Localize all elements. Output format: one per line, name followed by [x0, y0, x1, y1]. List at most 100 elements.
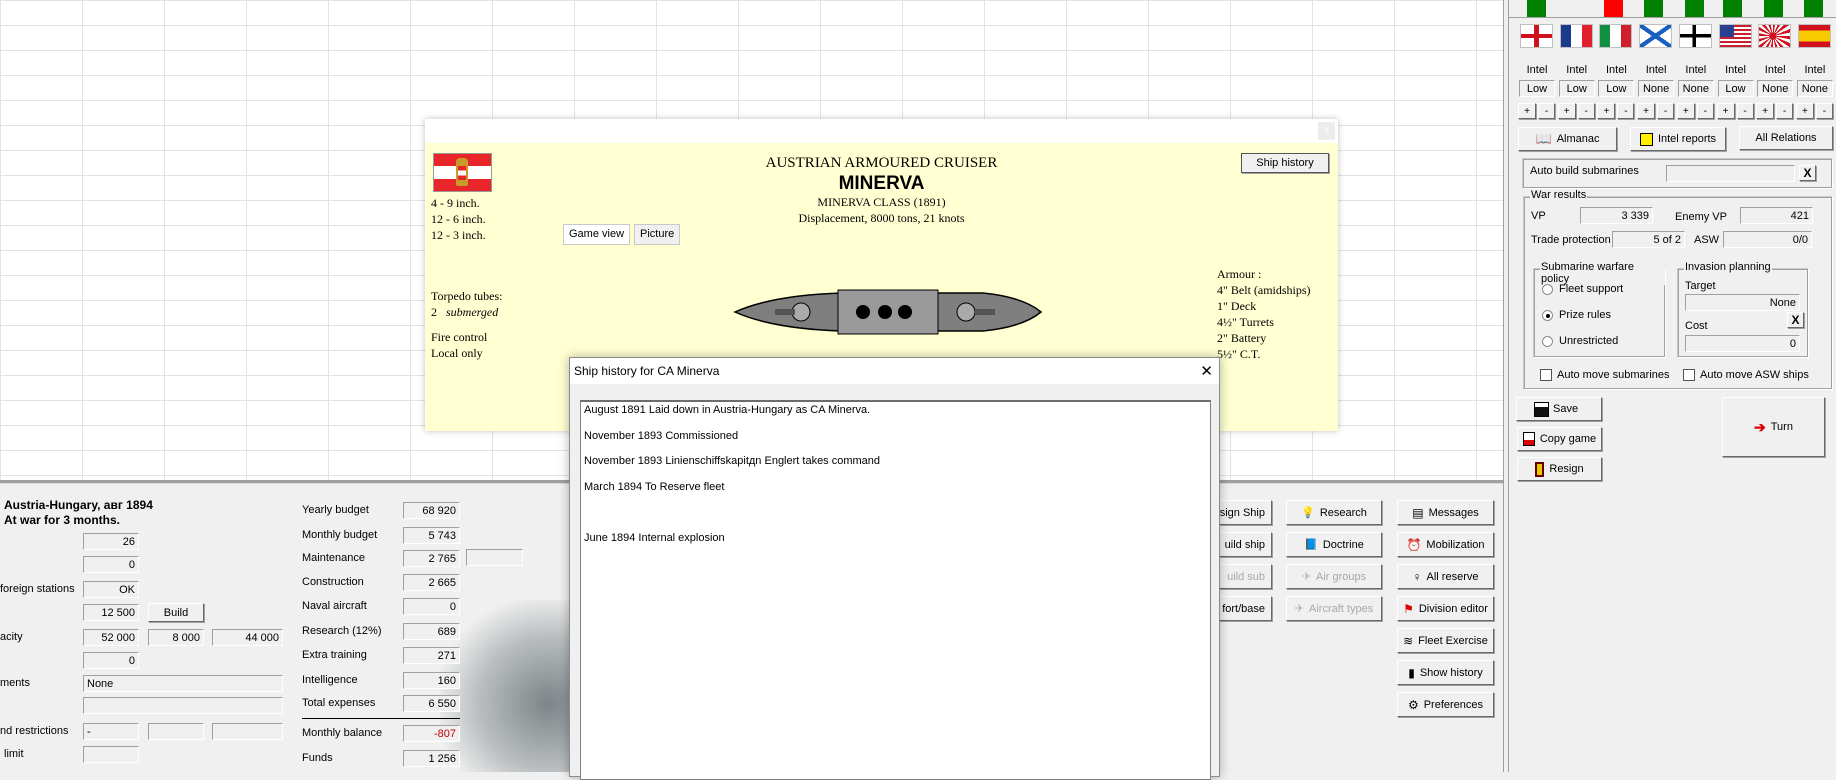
- action-button-aircraft-types[interactable]: ✈ Aircraft types: [1286, 596, 1382, 621]
- intel-increase-button[interactable]: +: [1557, 103, 1576, 119]
- radio-prize-rules[interactable]: [1542, 310, 1553, 321]
- intel-increase-button[interactable]: +: [1518, 103, 1536, 119]
- floppy-disk-icon: [1534, 401, 1549, 417]
- intel-label: Intel: [1605, 64, 1627, 76]
- resign-label: Resign: [1549, 463, 1584, 475]
- invasion-clear-button[interactable]: X: [1787, 312, 1804, 328]
- maintenance-extra-field: [466, 549, 523, 566]
- panel-splitter[interactable]: [1503, 0, 1509, 772]
- action-button-research[interactable]: 💡 Research: [1286, 500, 1382, 525]
- build-button[interactable]: Build: [148, 603, 204, 622]
- intel-increase-button[interactable]: +: [1676, 103, 1695, 119]
- intel-decrease-button[interactable]: -: [1696, 103, 1714, 119]
- intel-decrease-button[interactable]: -: [1577, 103, 1595, 119]
- status-indicator: [1644, 0, 1663, 17]
- enemy-vp-value: 421: [1740, 207, 1813, 224]
- uk-flag-icon[interactable]: [1520, 24, 1553, 48]
- action-button-messages[interactable]: ▤ Messages: [1397, 500, 1494, 525]
- restrictions-label: nd restrictions: [0, 725, 69, 737]
- all-relations-button[interactable]: All Relations: [1739, 126, 1833, 150]
- intel-increase-button[interactable]: +: [1756, 103, 1775, 119]
- book-icon: 📘: [1304, 539, 1318, 551]
- armament-item: 12 - 3 inch.: [431, 228, 486, 242]
- status-indicator: [1764, 0, 1783, 17]
- intel-reports-button[interactable]: Intel reports: [1630, 127, 1726, 151]
- tab-picture[interactable]: Picture: [634, 224, 681, 245]
- action-button-doctrine[interactable]: 📘 Doctrine: [1286, 532, 1382, 557]
- germany-flag-icon[interactable]: [1678, 24, 1712, 48]
- action-button-air-groups[interactable]: ✈ Air groups: [1286, 564, 1382, 589]
- action-button-all-reserve[interactable]: ♀ All reserve: [1397, 564, 1494, 589]
- budget-label: Extra training: [302, 649, 367, 661]
- history-text-area[interactable]: August 1891 Laid down in Austria-Hungary…: [580, 400, 1211, 780]
- intel-decrease-button[interactable]: -: [1776, 103, 1794, 119]
- agreements-label: ments: [0, 677, 30, 689]
- close-icon[interactable]: ✕: [1200, 362, 1213, 380]
- unrestricted-label: Unrestricted: [1559, 335, 1619, 347]
- war-duration: At war for 3 months.: [4, 513, 121, 527]
- intel-label: Intel: [1725, 64, 1746, 76]
- door-icon: [1535, 461, 1545, 477]
- budget-value: 0: [403, 598, 460, 615]
- intel-increase-button[interactable]: +: [1637, 103, 1656, 119]
- japan-flag-icon[interactable]: [1758, 24, 1792, 48]
- almanac-button[interactable]: 📖 Almanac: [1518, 127, 1617, 151]
- tab-game-view[interactable]: Game view: [563, 224, 631, 245]
- intel-decrease-button[interactable]: -: [1617, 103, 1635, 119]
- torpedo-type: submerged: [446, 305, 499, 319]
- auto-move-asw-checkbox[interactable]: [1683, 369, 1695, 381]
- ship-card-close-button[interactable]: x: [1318, 122, 1335, 140]
- action-label: Aircraft types: [1309, 602, 1374, 615]
- budget-value: 271: [403, 647, 460, 664]
- copy-game-button[interactable]: Copy game: [1517, 427, 1602, 451]
- action-button-preferences[interactable]: ⚙ Preferences: [1397, 692, 1494, 717]
- intel-increase-button[interactable]: +: [1795, 103, 1814, 119]
- intel-decrease-button[interactable]: -: [1538, 103, 1555, 119]
- restrictions-value-2: [148, 723, 204, 740]
- asw-label: ASW: [1694, 234, 1720, 246]
- intel-reports-label: Intel reports: [1657, 133, 1717, 145]
- limit-value: [83, 746, 139, 763]
- turn-button[interactable]: ➔ Turn: [1722, 397, 1825, 457]
- intel-decrease-button[interactable]: -: [1736, 103, 1754, 119]
- copy-game-icon: [1522, 432, 1535, 446]
- intel-label: Intel: [1566, 64, 1588, 76]
- foreign-stations-value: OK: [83, 581, 139, 598]
- action-label: Mobilization: [1426, 538, 1485, 551]
- ship-card-titlebar: [425, 119, 1338, 143]
- messages-icon: ▤: [1412, 505, 1424, 520]
- resign-button[interactable]: Resign: [1517, 457, 1602, 481]
- intel-increase-button[interactable]: +: [1716, 103, 1735, 119]
- restrictions-value-3: [212, 723, 283, 740]
- auto-move-submarines-checkbox[interactable]: [1540, 369, 1552, 381]
- usa-flag-icon[interactable]: [1718, 24, 1752, 48]
- france-flag-icon[interactable]: [1559, 24, 1593, 48]
- radio-fleet-support[interactable]: [1542, 284, 1553, 295]
- intel-increase-button[interactable]: +: [1597, 103, 1616, 119]
- action-label: Research: [1319, 506, 1367, 519]
- ship-history-button[interactable]: Ship history: [1241, 153, 1329, 173]
- auto-build-clear-button[interactable]: X: [1799, 165, 1816, 181]
- action-button-show-history[interactable]: ▮ Show history: [1397, 660, 1494, 685]
- auto-move-submarines-label: Auto move submarines: [1557, 369, 1670, 381]
- trade-protection-value: 5 of 2: [1612, 231, 1685, 248]
- russia-flag-icon[interactable]: [1639, 24, 1673, 48]
- red-arrow-icon: ➔: [1754, 418, 1766, 435]
- italy-flag-icon[interactable]: [1599, 24, 1633, 48]
- dialog-title: Ship history for CA Minerva: [574, 364, 720, 378]
- intel-decrease-button[interactable]: -: [1657, 103, 1675, 119]
- intel-decrease-button[interactable]: -: [1815, 103, 1833, 119]
- armour-list: Armour : 4" Belt (amidships) 1" Deck 4½" T…: [1217, 266, 1311, 362]
- action-label: Show history: [1419, 666, 1483, 679]
- action-button-fleet-exercise[interactable]: ≋ Fleet Exercise: [1397, 628, 1494, 653]
- vp-value: 3 339: [1580, 207, 1653, 224]
- empty-field: [83, 697, 283, 714]
- save-button[interactable]: Save: [1516, 397, 1602, 421]
- budget-value: 160: [403, 672, 460, 689]
- action-button-division-editor[interactable]: ⚑ Division editor: [1397, 596, 1494, 621]
- action-label: Messages: [1428, 506, 1479, 519]
- action-button-mobilization[interactable]: ⏰ Mobilization: [1397, 532, 1494, 557]
- status-value-4: 12 500: [83, 604, 139, 621]
- spain-flag-icon[interactable]: [1797, 24, 1831, 48]
- radio-unrestricted[interactable]: [1542, 336, 1553, 347]
